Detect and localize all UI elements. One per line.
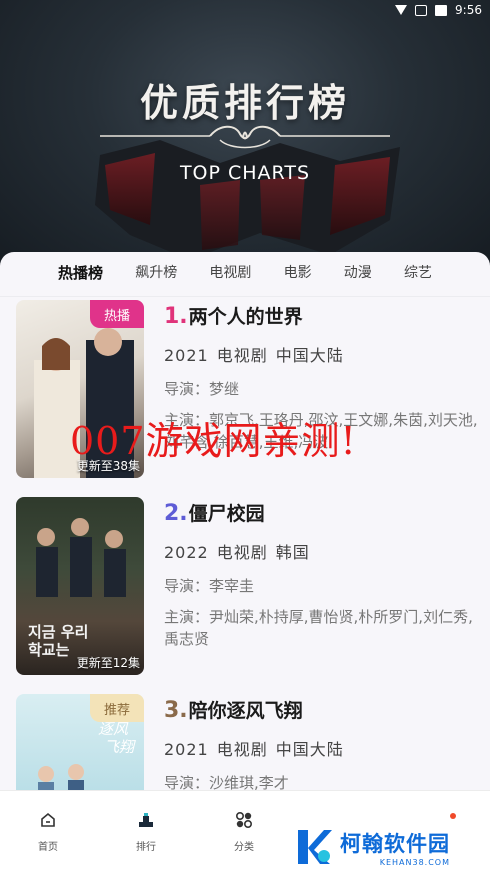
hero-subtitle: TOP CHARTS xyxy=(179,162,311,184)
item-info: 3.陪你逐风飞翔 2021 电视剧 中国大陆 导演：沙维琪,李才 xyxy=(164,696,480,793)
poster-image[interactable]: 逐风 飞翔 推荐 xyxy=(16,694,144,794)
nav-home[interactable]: 首页 xyxy=(18,811,78,853)
cast: 主演：尹灿荣,朴持厚,曹怡贤,朴所罗门,刘仁秀,禹志贤 xyxy=(164,608,473,648)
title-text: 僵尸校园 xyxy=(188,503,265,525)
director: 导演：梦继 xyxy=(164,380,240,398)
year: 2021 xyxy=(164,346,209,365)
notification-icon xyxy=(415,4,428,16)
recommend-badge: 推荐 xyxy=(90,694,144,722)
title-text: 两个人的世界 xyxy=(188,306,303,328)
nav-ranking[interactable]: 排行 xyxy=(116,811,176,853)
rank-number: 2. xyxy=(164,501,188,526)
category: 电视剧 xyxy=(216,346,268,365)
poster-title-text: 학교는 xyxy=(28,641,70,659)
logo-en: KEHAN38.COM xyxy=(379,857,450,867)
region: 中国大陆 xyxy=(275,346,344,365)
tab-movie[interactable]: 电影 xyxy=(282,262,314,282)
update-status: 更新至12集 xyxy=(76,656,140,670)
year: 2022 xyxy=(164,543,209,562)
item-title[interactable]: 1.两个人的世界 xyxy=(164,302,480,332)
poster-title-text: 飞翔 xyxy=(104,738,136,756)
nav-home-label: 首页 xyxy=(38,842,58,853)
poster-image[interactable]: 지금 우리 학교는 更新至12集 xyxy=(16,497,144,675)
tab-variety[interactable]: 综艺 xyxy=(402,262,434,282)
tab-tv[interactable]: 电视剧 xyxy=(207,262,253,282)
title-text: 陪你逐风飞翔 xyxy=(188,700,303,722)
tab-rising[interactable]: 飙升榜 xyxy=(133,262,179,282)
status-time: 9:56 xyxy=(455,3,482,17)
year: 2021 xyxy=(164,740,209,759)
ranking-icon xyxy=(139,813,153,827)
site-logo: 柯翰软件园 KEHAN38.COM xyxy=(290,822,480,872)
hero-title: 优质排行榜 xyxy=(139,81,350,125)
category-icon xyxy=(235,811,253,829)
nav-category-label: 分类 xyxy=(234,842,254,853)
poster-title-text: 지금 우리 xyxy=(28,623,88,641)
rank-number: 1. xyxy=(164,304,188,329)
ranking-tabs: 热播榜 飙升榜 电视剧 电影 动漫 综艺 xyxy=(56,252,434,292)
status-bar: 9:56 xyxy=(0,0,490,20)
hero-decoration xyxy=(95,140,400,260)
rank-number: 3. xyxy=(164,698,188,723)
region: 中国大陆 xyxy=(275,740,344,759)
tabs-divider xyxy=(0,296,490,297)
tab-anime[interactable]: 动漫 xyxy=(342,262,374,282)
hot-badge: 热播 xyxy=(90,300,144,328)
category: 电视剧 xyxy=(216,740,268,759)
logo-k-icon xyxy=(298,830,332,864)
hero-banner: 9:56 优质排行榜 TOP CHARTS xyxy=(0,0,490,268)
region: 韩国 xyxy=(275,543,310,562)
item-meta: 2022 电视剧 韩国 xyxy=(164,539,480,563)
wifi-icon xyxy=(395,4,408,16)
item-title[interactable]: 2.僵尸校园 xyxy=(164,499,480,529)
ornament-divider xyxy=(100,125,390,149)
nav-ranking-label: 排行 xyxy=(136,842,156,853)
poster-art: 지금 우리 학교는 xyxy=(28,518,126,659)
logo-text: 柯翰软件园 KEHAN38.COM xyxy=(340,828,450,867)
item-info: 2.僵尸校园 2022 电视剧 韩国 导演：李宰圭 主演：尹灿荣,朴持厚,曹怡贤,朴… xyxy=(164,499,480,650)
watermark-text: 007游戏网亲测! xyxy=(70,419,357,463)
director: 导演：李宰圭 xyxy=(164,577,255,595)
item-title[interactable]: 3.陪你逐风飞翔 xyxy=(164,696,480,726)
category: 电视剧 xyxy=(216,543,268,562)
item-meta: 2021 电视剧 中国大陆 xyxy=(164,342,480,366)
tab-hot[interactable]: 热播榜 xyxy=(56,262,105,283)
poster-title-text: 逐风 xyxy=(98,720,129,738)
list-item[interactable]: 지금 우리 학교는 更新至12集 2.僵尸校园 2022 电视剧 韩国 导演：李宰圭… xyxy=(16,497,480,675)
home-icon xyxy=(41,812,55,827)
item-meta: 2021 电视剧 中国大陆 xyxy=(164,736,480,760)
logo-cn: 柯翰软件园 xyxy=(340,831,450,856)
nav-category[interactable]: 分类 xyxy=(214,811,274,853)
battery-icon xyxy=(435,4,448,16)
notification-dot xyxy=(450,813,456,819)
list-item[interactable]: 逐风 飞翔 推荐 3.陪你逐风飞翔 2021 电视剧 中国大陆 导演：沙维琪,李才 xyxy=(16,694,480,794)
